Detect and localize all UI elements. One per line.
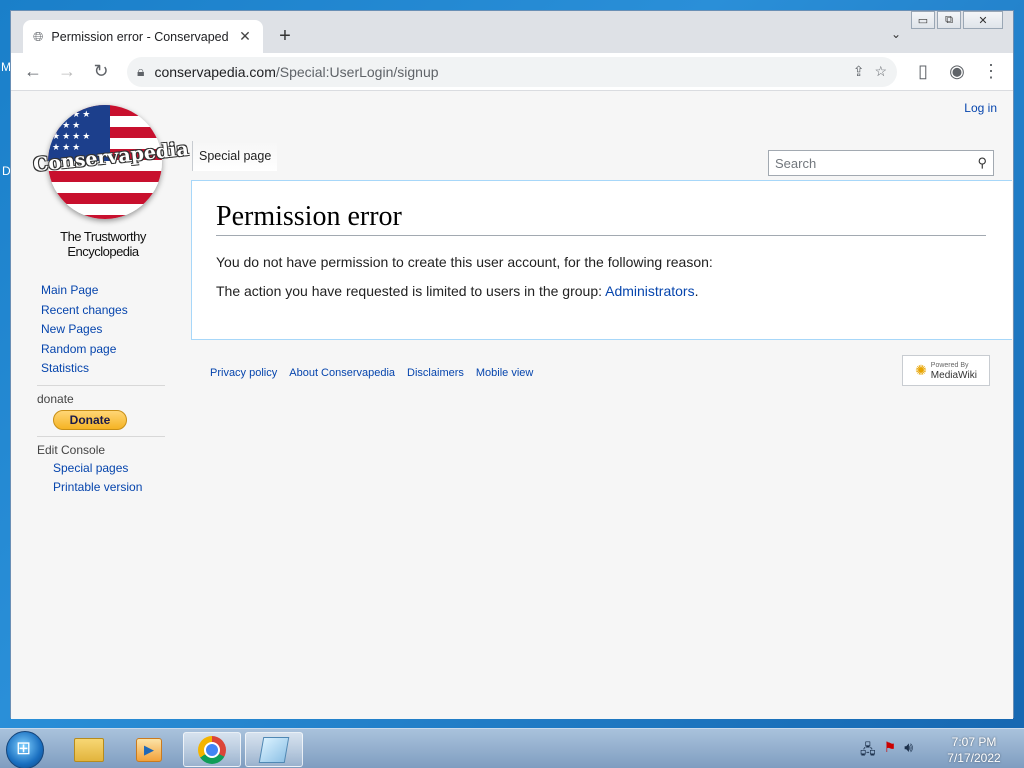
mediawiki-badge[interactable]: ✺ Powered By MediaWiki [902,355,990,386]
tab-close-icon[interactable]: ✕ [237,28,253,45]
search-icon[interactable]: ⚲ [977,155,987,171]
administrators-link[interactable]: Administrators [605,283,694,299]
side-panel-icon[interactable]: ▯ [909,58,937,86]
mediawiki-badge-line1: Powered By [930,361,969,369]
error-reason-suffix: . [694,283,699,299]
browser-toolbar: ← → ↻ 🔒︎ conservapedia.com/Special:UserL… [11,53,1013,91]
logo-tagline: The Trustworthy Encyclopedia [60,229,146,259]
share-icon[interactable]: ⇪ [853,63,865,80]
sidebar-item-statistics[interactable]: Statistics [41,359,167,379]
taskbar-media-player[interactable] [120,732,178,767]
back-button[interactable]: ← [19,58,47,86]
page-title: Permission error [216,201,986,236]
search-input[interactable]: Search ⚲ [768,150,994,176]
footer-links: Privacy policy About Conservapedia Discl… [210,367,533,379]
donate-heading: donate [37,391,74,406]
edit-console-heading: Edit Console [37,442,106,457]
divider [37,384,165,386]
mediawiki-flower-icon: ✺ [915,362,927,378]
search-placeholder: Search [775,155,817,171]
tab-strip: 🌐︎ Permission error - Conservapedia ✕ + … [11,11,1013,53]
bookmark-star-icon[interactable]: ☆ [874,63,887,80]
lock-icon[interactable]: 🔒︎ [137,63,144,80]
url-text[interactable]: conservapedia.com/Special:UserLogin/sign… [154,64,842,80]
clock-date: 7/17/2022 [947,751,1001,765]
taskbar-notepad[interactable] [245,732,303,767]
start-button[interactable] [6,731,44,768]
action-center-flag-icon[interactable]: ⚑ [884,739,897,763]
url-path: /Special:UserLogin/signup [275,63,439,80]
donate-button[interactable]: Donate [53,409,127,430]
tab-search-chevron-icon[interactable]: ⌄ [891,27,901,41]
sidebar-item-main-page[interactable]: Main Page [41,281,167,301]
main-content: Permission error You do not have permiss… [191,180,1012,340]
system-tray: 🖧︎ ⚑ 🔊︎ [860,739,913,763]
reload-button[interactable]: ↻ [87,58,115,86]
media-player-icon [136,737,162,762]
profile-avatar-icon[interactable]: ◉ [943,58,971,86]
web-page: Log in ★★★★ ★★★ ★★★★ ★★★ Conservapedia T… [11,91,1013,719]
site-logo[interactable]: ★★★★ ★★★ ★★★★ ★★★ Conservapedia The Trus… [32,105,190,259]
footer-about[interactable]: About Conservapedia [289,367,395,379]
forward-button[interactable]: → [53,58,81,86]
folder-icon [74,737,104,762]
sidebar-item-special-pages[interactable]: Special pages [53,459,167,479]
error-reason: The action you have requested is limited… [216,283,988,299]
browser-tab[interactable]: 🌐︎ Permission error - Conservapedia ✕ [23,20,263,53]
new-tab-button[interactable]: + [273,25,297,48]
notepad-icon [258,736,290,763]
divider [37,435,165,437]
taskbar-explorer[interactable] [60,732,118,767]
error-reason-text: The action you have requested is limited… [216,283,606,299]
browser-window: ▭ ⧉ ✕ 🌐︎ Permission error - Conservapedi… [10,10,1014,719]
sidebar: Main Page Recent changes New Pages Rando… [37,281,167,498]
chrome-icon [198,735,226,764]
taskbar-chrome[interactable] [183,732,241,767]
clock[interactable]: 7:07 PM 7/17/2022 [934,734,1014,766]
sidebar-item-printable-version[interactable]: Printable version [53,478,167,498]
footer-privacy-policy[interactable]: Privacy policy [210,367,277,379]
globe-icon: 🌐︎ [33,28,44,44]
mediawiki-badge-line2: MediaWiki [930,369,977,381]
sidebar-item-recent-changes[interactable]: Recent changes [41,301,167,321]
login-link[interactable]: Log in [964,101,997,115]
address-bar[interactable]: 🔒︎ conservapedia.com/Special:UserLogin/s… [127,56,897,87]
taskbar: 🖧︎ ⚑ 🔊︎ 7:07 PM 7/17/2022 [0,728,1024,768]
sidebar-item-random-page[interactable]: Random page [41,340,167,360]
network-icon[interactable]: 🖧︎ [860,739,876,763]
tab-title: Permission error - Conservapedia [51,29,229,44]
menu-kebab-icon[interactable]: ⋮ [977,58,1005,86]
footer-mobile-view[interactable]: Mobile view [476,367,533,379]
footer-disclaimers[interactable]: Disclaimers [407,367,464,379]
volume-icon[interactable]: 🔊︎ [904,739,913,763]
url-host: conservapedia.com [154,63,276,80]
tab-special-page[interactable]: Special page [192,141,278,171]
clock-time: 7:07 PM [951,735,997,749]
error-message: You do not have permission to create thi… [216,254,713,270]
sidebar-item-new-pages[interactable]: New Pages [41,320,167,340]
